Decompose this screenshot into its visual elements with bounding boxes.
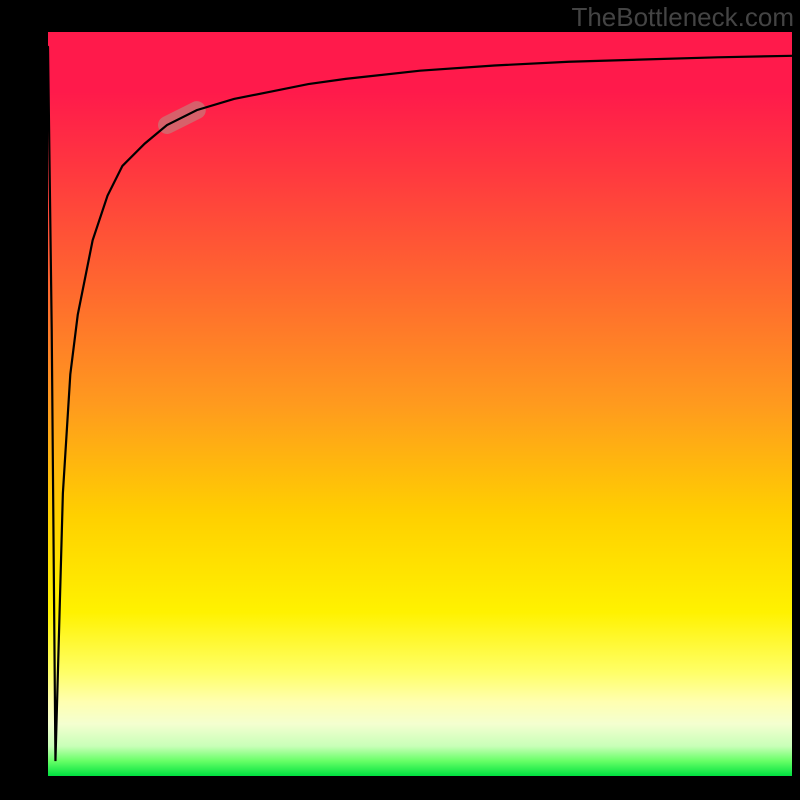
plot-area: [48, 32, 792, 776]
watermark-text: TheBottleneck.com: [571, 2, 794, 33]
curve-svg: [48, 32, 792, 776]
chart-container: TheBottleneck.com: [0, 0, 800, 800]
bottleneck-curve: [48, 47, 792, 761]
